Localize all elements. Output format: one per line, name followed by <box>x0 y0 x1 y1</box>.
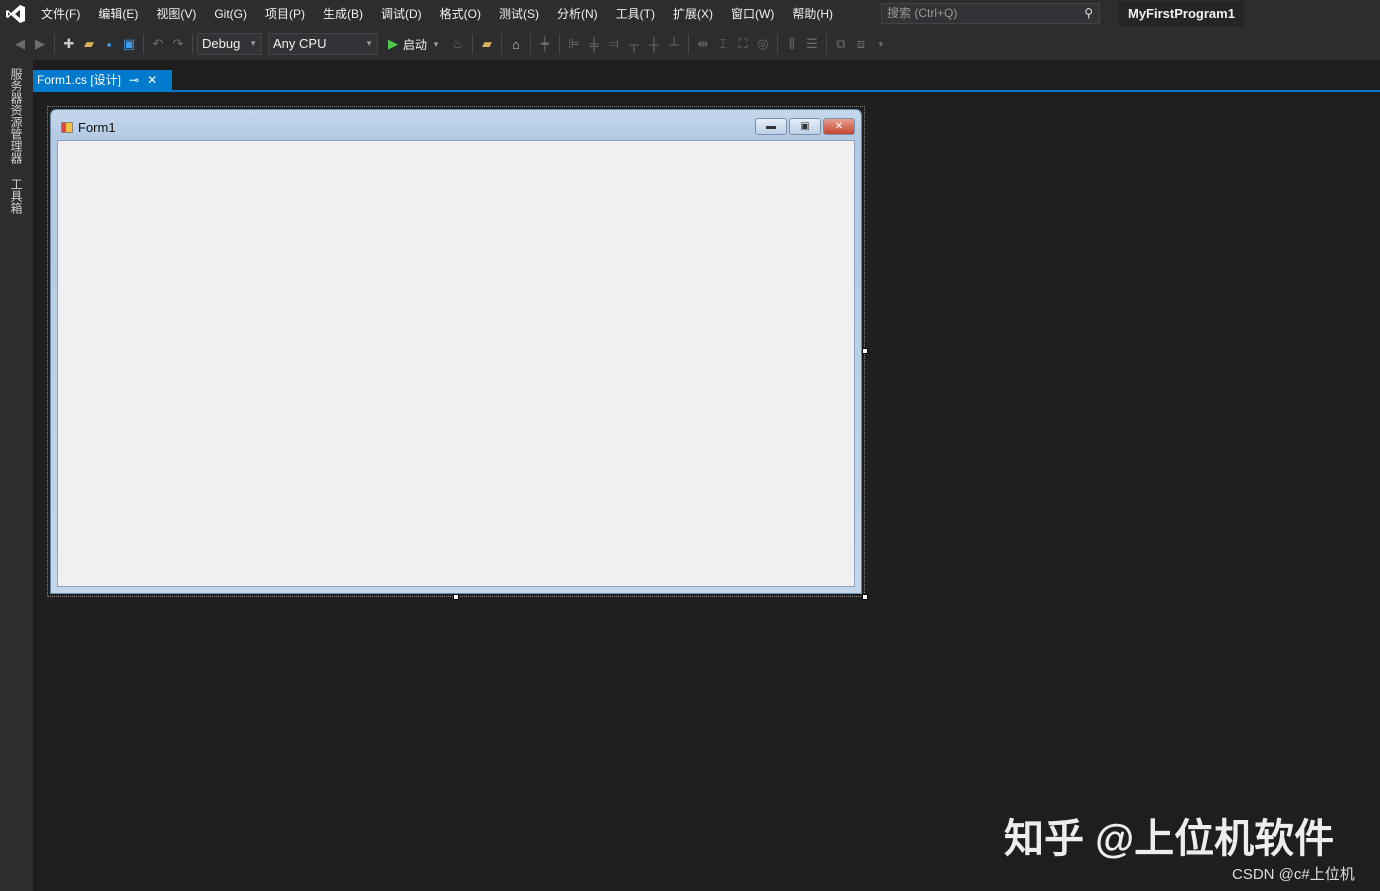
separator <box>54 34 55 54</box>
form-icon <box>61 122 73 133</box>
form-designer-surface: Form1 ▬ ▣ ✕ <box>47 106 868 600</box>
menu-format[interactable]: 格式(O) <box>431 0 490 28</box>
tab-label: Form1.cs [设计] <box>37 73 122 87</box>
search-placeholder: 搜索 (Ctrl+Q) <box>887 6 958 20</box>
separator <box>529 34 531 54</box>
forward-icon[interactable]: ▶ <box>30 34 50 54</box>
menu-file[interactable]: 文件(F) <box>32 0 89 28</box>
tab-form1-design[interactable]: Form1.cs [设计] ⊸ ✕ <box>33 70 172 90</box>
save-icon[interactable]: ▪ <box>99 34 119 54</box>
make-same-width-icon[interactable]: ⇹ <box>693 34 713 54</box>
zhihu-watermark: 知乎 @上位机软件 <box>1004 817 1335 861</box>
server-explorer-tab[interactable]: 服务器资源管理器 <box>8 68 25 164</box>
close-button[interactable]: ✕ <box>823 118 855 135</box>
chevron-down-icon: ▼ <box>249 39 257 48</box>
redo-icon[interactable]: ↷ <box>168 34 188 54</box>
pin-icon[interactable]: ⊸ <box>129 70 139 90</box>
separator <box>471 34 473 54</box>
save-all-icon[interactable]: ▣ <box>119 34 139 54</box>
separator <box>500 34 502 54</box>
vertical-spacing-icon[interactable]: ☰ <box>802 34 822 54</box>
search-icon[interactable]: ⚲ <box>1084 4 1093 23</box>
document-tab-strip: Form1.cs [设计] ⊸ ✕ <box>33 60 1380 92</box>
maximize-button[interactable]: ▣ <box>789 118 821 135</box>
separator <box>558 34 560 54</box>
configuration-dropdown[interactable]: Debug ▼ <box>197 33 262 55</box>
visual-studio-logo-icon[interactable] <box>0 0 32 28</box>
toolbar-overflow-icon[interactable]: ▾ <box>871 34 891 54</box>
menu-build[interactable]: 生成(B) <box>314 0 372 28</box>
bring-to-front-icon[interactable]: ⧉ <box>831 34 851 54</box>
menu-extensions[interactable]: 扩展(X) <box>664 0 722 28</box>
align-bottoms-icon[interactable]: ┴ <box>664 34 684 54</box>
fire-icon[interactable]: ♨ <box>448 34 468 54</box>
align-rights-icon[interactable]: ⫤ <box>604 34 624 54</box>
align-middles-icon[interactable]: ┼ <box>644 34 664 54</box>
standard-toolbar: ◀ ▶ ✚ ▰ ▪ ▣ ↶ ↷ Debug ▼ Any CPU ▼ ▶ 启动 ▼ ♨… <box>0 28 1380 60</box>
form-title: Form1 <box>78 120 116 135</box>
separator <box>192 34 193 54</box>
menu-git[interactable]: Git(G) <box>205 0 256 28</box>
menu-debug[interactable]: 调试(D) <box>372 0 431 28</box>
configuration-value: Debug <box>202 36 241 51</box>
menu-window[interactable]: 窗口(W) <box>722 0 783 28</box>
left-tool-window-bar: 服务器资源管理器 工具箱 <box>0 60 33 891</box>
platform-dropdown[interactable]: Any CPU ▼ <box>268 33 378 55</box>
csdn-watermark: CSDN @c#上位机 <box>1232 866 1355 883</box>
align-tops-icon[interactable]: ┬ <box>624 34 644 54</box>
form-client-area[interactable] <box>57 140 855 587</box>
menu-test[interactable]: 测试(S) <box>490 0 548 28</box>
send-to-back-icon[interactable]: ⧈ <box>851 34 871 54</box>
horizontal-spacing-icon[interactable]: ⫼ <box>782 34 802 54</box>
align-to-grid-icon[interactable]: ┿ <box>535 34 555 54</box>
separator <box>825 34 827 54</box>
separator <box>776 34 778 54</box>
form-title-bar: Form1 <box>61 120 116 135</box>
resize-handle-right[interactable] <box>862 348 868 354</box>
open-folder-icon[interactable]: ▰ <box>79 34 99 54</box>
separator <box>687 34 689 54</box>
menu-project[interactable]: 项目(P) <box>256 0 314 28</box>
play-icon: ▶ <box>388 36 398 51</box>
size-to-grid-icon[interactable]: ◎ <box>753 34 773 54</box>
menu-edit[interactable]: 编辑(E) <box>89 0 147 28</box>
search-input[interactable]: 搜索 (Ctrl+Q) ⚲ <box>881 3 1100 24</box>
resize-handle-corner[interactable] <box>862 594 868 600</box>
resize-handle-bottom[interactable] <box>453 594 459 600</box>
align-centers-icon[interactable]: ╪ <box>584 34 604 54</box>
find-in-files-icon[interactable]: ▰ <box>477 34 497 54</box>
tab-order-icon[interactable]: ⌂ <box>506 34 526 54</box>
make-same-height-icon[interactable]: ⌶ <box>713 34 733 54</box>
start-label: 启动 <box>403 37 428 52</box>
menu-help[interactable]: 帮助(H) <box>783 0 842 28</box>
undo-icon[interactable]: ↶ <box>148 34 168 54</box>
close-icon[interactable]: ✕ <box>147 70 157 90</box>
menu-analyze[interactable]: 分析(N) <box>548 0 607 28</box>
chevron-down-icon: ▼ <box>432 39 440 49</box>
separator <box>143 34 144 54</box>
align-lefts-icon[interactable]: ⊫ <box>564 34 584 54</box>
new-project-icon[interactable]: ✚ <box>59 34 79 54</box>
minimize-button[interactable]: ▬ <box>755 118 787 135</box>
menu-bar: 文件(F) 编辑(E) 视图(V) Git(G) 项目(P) 生成(B) 调试(… <box>0 0 1380 28</box>
form1-window[interactable]: Form1 ▬ ▣ ✕ <box>50 109 862 594</box>
project-name: MyFirstProgram1 <box>1119 1 1244 27</box>
chevron-down-icon: ▼ <box>365 39 373 48</box>
menu-tools[interactable]: 工具(T) <box>607 0 664 28</box>
menu-view[interactable]: 视图(V) <box>147 0 205 28</box>
toolbox-tab[interactable]: 工具箱 <box>8 178 25 214</box>
start-button[interactable]: ▶ 启动 ▼ <box>388 36 440 53</box>
make-same-size-icon[interactable]: ⛶ <box>733 34 753 54</box>
platform-value: Any CPU <box>273 36 327 51</box>
back-icon[interactable]: ◀ <box>10 34 30 54</box>
